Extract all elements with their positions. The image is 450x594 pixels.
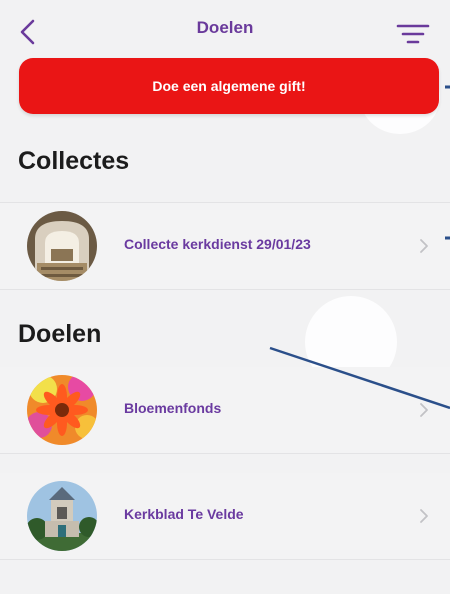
- app-screen: Doelen Doe een algemene gift! Collectes …: [0, 0, 450, 594]
- page-title: Doelen: [196, 18, 254, 37]
- chevron-left-icon[interactable]: [16, 18, 40, 46]
- list-item-label: Collecte kerkdienst 29/01/23: [124, 236, 311, 252]
- list-item-kerkblad[interactable]: Kerkblad Te Velde: [0, 473, 450, 560]
- chevron-right-icon: [420, 239, 428, 253]
- flowers-photo: [27, 375, 97, 445]
- church-interior-photo: [27, 211, 97, 281]
- list-item-bloemenfonds[interactable]: Bloemenfonds: [0, 367, 450, 454]
- church-building-photo: [27, 481, 97, 551]
- filter-icon[interactable]: [396, 22, 430, 46]
- general-gift-button[interactable]: Doe een algemene gift!: [19, 58, 439, 114]
- list-item-label: Bloemenfonds: [124, 400, 222, 416]
- app-header: Doelen: [0, 0, 450, 60]
- section-title-doelen: Doelen: [18, 320, 102, 348]
- list-item-collecte[interactable]: Collecte kerkdienst 29/01/23: [0, 202, 450, 290]
- list-item-label: Kerkblad Te Velde: [124, 506, 244, 522]
- section-title-collectes: Collectes: [18, 147, 130, 175]
- chevron-right-icon: [420, 509, 428, 523]
- chevron-right-icon: [420, 403, 428, 417]
